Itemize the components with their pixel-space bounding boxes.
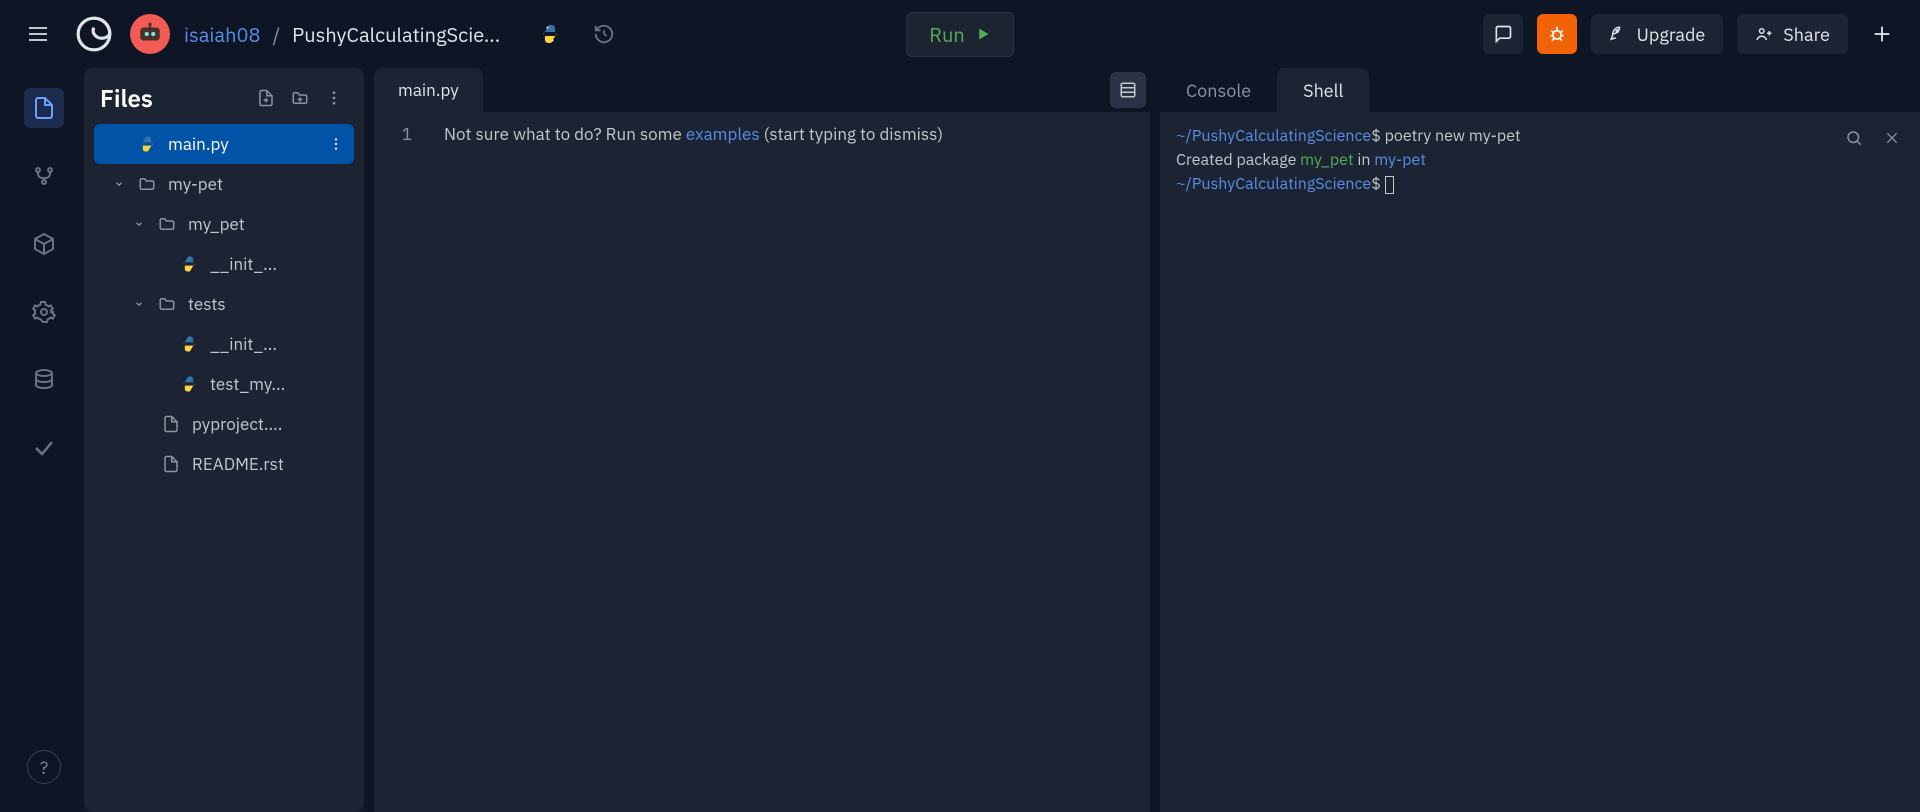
chevron-down-icon bbox=[132, 219, 146, 229]
debug-icon[interactable] bbox=[1537, 14, 1577, 54]
term-line1-cmd: poetry new my-pet bbox=[1381, 126, 1521, 146]
rail-version-control-icon[interactable] bbox=[24, 156, 64, 196]
tree-item-label: tests bbox=[188, 293, 314, 315]
files-more-icon[interactable] bbox=[320, 84, 348, 112]
new-file-icon[interactable] bbox=[252, 84, 280, 112]
tree-item[interactable]: test_my... bbox=[94, 364, 354, 404]
rail-packages-icon[interactable] bbox=[24, 224, 64, 264]
py-icon bbox=[178, 334, 200, 354]
editor-tab-label: main.py bbox=[398, 79, 459, 101]
files-panel: Files main.pymy-petmy_pet__init_...tests… bbox=[84, 68, 364, 812]
history-icon[interactable] bbox=[588, 18, 620, 50]
file-tree: main.pymy-petmy_pet__init_...tests__init… bbox=[94, 124, 354, 802]
run-button[interactable]: Run bbox=[906, 12, 1014, 57]
term-line2-mid: in bbox=[1354, 150, 1375, 170]
tree-item-label: my_pet bbox=[188, 213, 314, 235]
user-avatar[interactable] bbox=[130, 14, 170, 54]
tree-item[interactable]: __init_... bbox=[94, 324, 354, 364]
term-line2-dir: my-pet bbox=[1374, 150, 1426, 170]
add-panel-icon[interactable] bbox=[1862, 14, 1902, 54]
editor-tab-main[interactable]: main.py bbox=[374, 68, 483, 112]
new-folder-icon[interactable] bbox=[286, 84, 314, 112]
upgrade-button[interactable]: Upgrade bbox=[1591, 14, 1724, 54]
editor-panel: main.py 1 Not sure what to do? Run some … bbox=[374, 68, 1150, 812]
tree-item-more-icon[interactable] bbox=[324, 136, 348, 152]
tree-item[interactable]: __init_... bbox=[94, 244, 354, 284]
tree-item-label: pyproject.... bbox=[192, 413, 314, 435]
term-line3-prompt: $ bbox=[1371, 174, 1381, 194]
terminal-close-icon[interactable] bbox=[1880, 126, 1904, 150]
replit-logo-icon[interactable] bbox=[72, 12, 116, 56]
play-icon bbox=[975, 26, 991, 42]
layout-icon[interactable] bbox=[1110, 72, 1146, 108]
topbar: isaiah08 / PushyCalculatingScie... Run U… bbox=[0, 0, 1920, 68]
share-button[interactable]: Share bbox=[1737, 14, 1848, 54]
tree-item[interactable]: tests bbox=[94, 284, 354, 324]
tab-shell-label: Shell bbox=[1303, 79, 1343, 102]
share-label: Share bbox=[1783, 23, 1830, 46]
tab-console[interactable]: Console bbox=[1160, 68, 1277, 112]
folder-icon bbox=[156, 215, 178, 233]
breadcrumb: isaiah08 / PushyCalculatingScie... bbox=[184, 21, 500, 48]
py-icon bbox=[178, 254, 200, 274]
term-line3-path: ~/PushyCalculatingScience bbox=[1176, 174, 1371, 194]
breadcrumb-separator: / bbox=[272, 21, 280, 48]
rail-settings-icon[interactable] bbox=[24, 292, 64, 332]
workspace: ? Files main.pymy-petmy_pet__init_...tes… bbox=[0, 68, 1920, 812]
file-icon bbox=[160, 415, 182, 433]
folder-icon bbox=[156, 295, 178, 313]
breadcrumb-project[interactable]: PushyCalculatingScie... bbox=[292, 21, 500, 48]
chevron-down-icon bbox=[112, 179, 126, 189]
terminal-search-icon[interactable] bbox=[1842, 126, 1866, 150]
run-button-label: Run bbox=[929, 21, 965, 48]
tree-item-label: __init_... bbox=[210, 253, 314, 275]
tree-item-label: README.rst bbox=[192, 453, 314, 475]
tree-item[interactable]: my-pet bbox=[94, 164, 354, 204]
terminal-body[interactable]: ~/PushyCalculatingScience$ poetry new my… bbox=[1160, 112, 1920, 812]
chat-icon[interactable] bbox=[1483, 14, 1523, 54]
python-language-icon[interactable] bbox=[534, 18, 566, 50]
rail-check-icon[interactable] bbox=[24, 428, 64, 468]
tree-item-label: __init_... bbox=[210, 333, 314, 355]
tree-item-label: test_my... bbox=[210, 373, 314, 395]
tree-item[interactable]: my_pet bbox=[94, 204, 354, 244]
line-number: 1 bbox=[374, 120, 440, 148]
terminal-cursor bbox=[1385, 176, 1394, 194]
upgrade-label: Upgrade bbox=[1637, 23, 1706, 46]
tree-item[interactable]: pyproject.... bbox=[94, 404, 354, 444]
menu-icon[interactable] bbox=[18, 14, 58, 54]
tree-item-label: main.py bbox=[168, 133, 314, 155]
folder-icon bbox=[136, 175, 158, 193]
py-icon bbox=[178, 374, 200, 394]
breadcrumb-user[interactable]: isaiah08 bbox=[184, 21, 260, 48]
hint-prefix: Not sure what to do? Run some bbox=[444, 123, 686, 145]
gutter: 1 bbox=[374, 112, 440, 812]
hint-examples-link[interactable]: examples bbox=[686, 123, 760, 145]
tab-shell[interactable]: Shell bbox=[1277, 68, 1369, 112]
tab-console-label: Console bbox=[1186, 79, 1251, 102]
tree-item-label: my-pet bbox=[168, 173, 314, 195]
right-panel: Console Shell ~/PushyCalculatingScience$… bbox=[1160, 68, 1920, 812]
term-line2-pkg: my_pet bbox=[1300, 150, 1353, 170]
code-area[interactable]: Not sure what to do? Run some examples (… bbox=[440, 112, 1150, 812]
chevron-down-icon bbox=[132, 299, 146, 309]
help-icon[interactable]: ? bbox=[27, 750, 61, 784]
term-line1-path: ~/PushyCalculatingScience bbox=[1176, 126, 1371, 146]
help-label: ? bbox=[40, 756, 49, 779]
tree-item[interactable]: main.py bbox=[94, 124, 354, 164]
term-line2-pre: Created package bbox=[1176, 150, 1300, 170]
invite-icon bbox=[1755, 25, 1773, 43]
hint-suffix: (start typing to dismiss) bbox=[760, 123, 943, 145]
rocket-icon bbox=[1609, 25, 1627, 43]
py-icon bbox=[136, 134, 158, 154]
file-icon bbox=[160, 455, 182, 473]
side-rail: ? bbox=[14, 68, 74, 812]
files-title: Files bbox=[100, 82, 153, 114]
term-line1-prompt: $ bbox=[1371, 126, 1381, 146]
tree-item[interactable]: README.rst bbox=[94, 444, 354, 484]
rail-files-icon[interactable] bbox=[24, 88, 64, 128]
rail-database-icon[interactable] bbox=[24, 360, 64, 400]
editor-body[interactable]: 1 Not sure what to do? Run some examples… bbox=[374, 112, 1150, 812]
